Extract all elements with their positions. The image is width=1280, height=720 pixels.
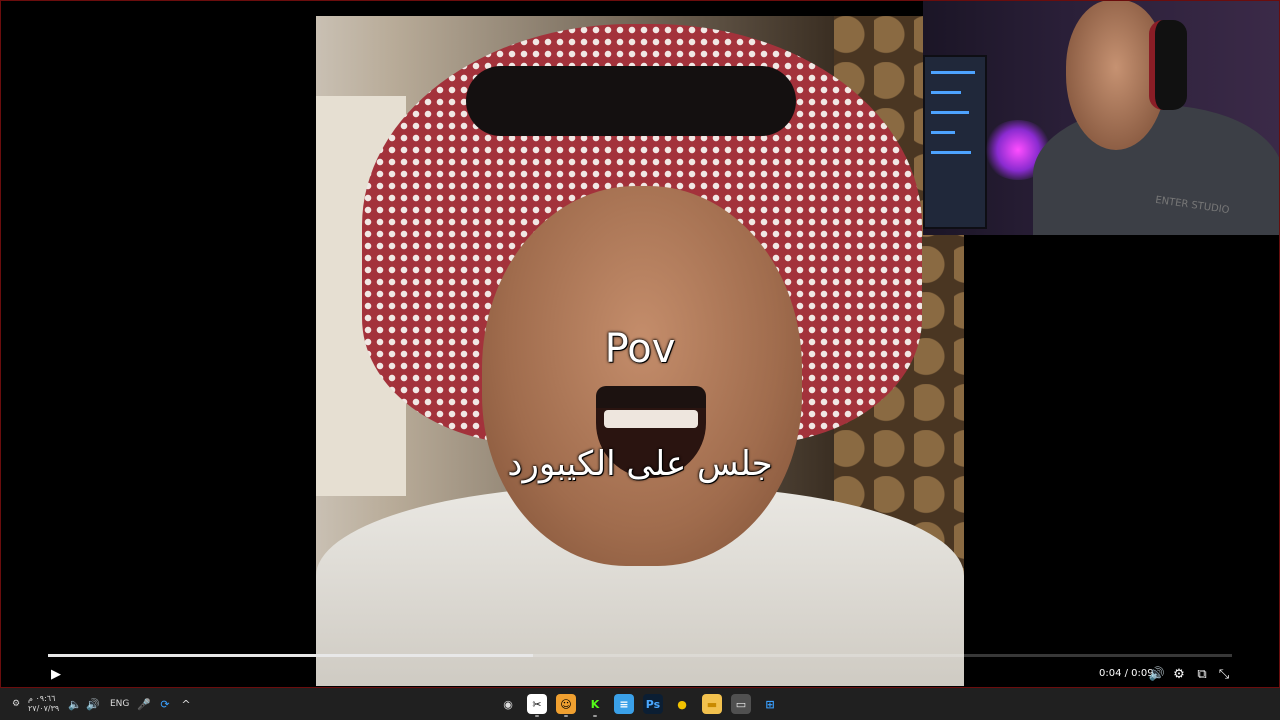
progress-fill bbox=[48, 654, 534, 657]
video-player[interactable]: Pov جلس على الكيبورد bbox=[316, 16, 964, 686]
webcam-overlay: ENTER STUDIO bbox=[923, 0, 1280, 235]
monitor bbox=[923, 55, 987, 229]
taskbar: ⚙ ٠٩:٦٦ م ٢٧/٠٧/٣٩ 🔈 🔊 ENG 🎤 ⟳ ^ bbox=[0, 688, 1280, 720]
sync-icon[interactable]: ⟳ bbox=[158, 688, 172, 720]
fullscreen-icon[interactable]: ⤡ bbox=[1216, 664, 1232, 684]
discord-icon[interactable]: ☺ bbox=[556, 694, 576, 717]
obs-icon[interactable]: ◉ bbox=[498, 694, 518, 714]
pip-icon[interactable]: ⧉ bbox=[1194, 664, 1210, 684]
capcut-icon[interactable]: ✂ bbox=[527, 694, 547, 717]
window-icon[interactable]: ▭ bbox=[731, 694, 751, 714]
settings-icon[interactable]: ⚙ bbox=[1171, 664, 1187, 684]
volume-icon[interactable]: 🔈 bbox=[68, 688, 82, 720]
speaker-icon[interactable]: 🔊 bbox=[86, 688, 100, 720]
play-button[interactable]: ▶ bbox=[47, 664, 65, 684]
running-indicator bbox=[535, 715, 539, 717]
face bbox=[482, 186, 802, 566]
chevron-up-icon[interactable]: ^ bbox=[179, 688, 193, 720]
notepad-icon[interactable]: ≡ bbox=[614, 694, 634, 714]
hoodie bbox=[1033, 105, 1280, 235]
file-explorer-icon[interactable]: ▬ bbox=[702, 694, 722, 714]
teeth bbox=[604, 410, 698, 428]
progress-bar[interactable] bbox=[48, 654, 1232, 657]
agal-band bbox=[466, 66, 796, 136]
caption-main: Pov bbox=[604, 326, 676, 372]
time-display: 0:04 / 0:09 bbox=[1099, 668, 1154, 679]
photoshop-icon[interactable]: Ps bbox=[643, 694, 663, 714]
clock-time: ٠٩:٦٦ م bbox=[28, 694, 56, 703]
running-indicator bbox=[593, 715, 597, 717]
kick-icon[interactable]: K bbox=[585, 694, 605, 717]
microphone-icon[interactable]: 🎤 bbox=[137, 688, 151, 720]
caption-sub: جلس على الكيبورد bbox=[507, 444, 773, 484]
clock[interactable]: ٠٩:٦٦ م ٢٧/٠٧/٣٩ bbox=[28, 688, 59, 720]
windows-start-icon[interactable]: ⊞ bbox=[760, 694, 780, 714]
volume-icon[interactable]: 🔊 bbox=[1149, 664, 1165, 684]
language-indicator[interactable]: ENG bbox=[110, 688, 129, 720]
chrome-icon[interactable]: ● bbox=[672, 694, 692, 714]
clock-date: ٢٧/٠٧/٣٩ bbox=[28, 704, 60, 713]
running-indicator bbox=[564, 715, 568, 717]
headset bbox=[1149, 20, 1187, 110]
notification-icon[interactable]: ⚙ bbox=[12, 688, 20, 720]
